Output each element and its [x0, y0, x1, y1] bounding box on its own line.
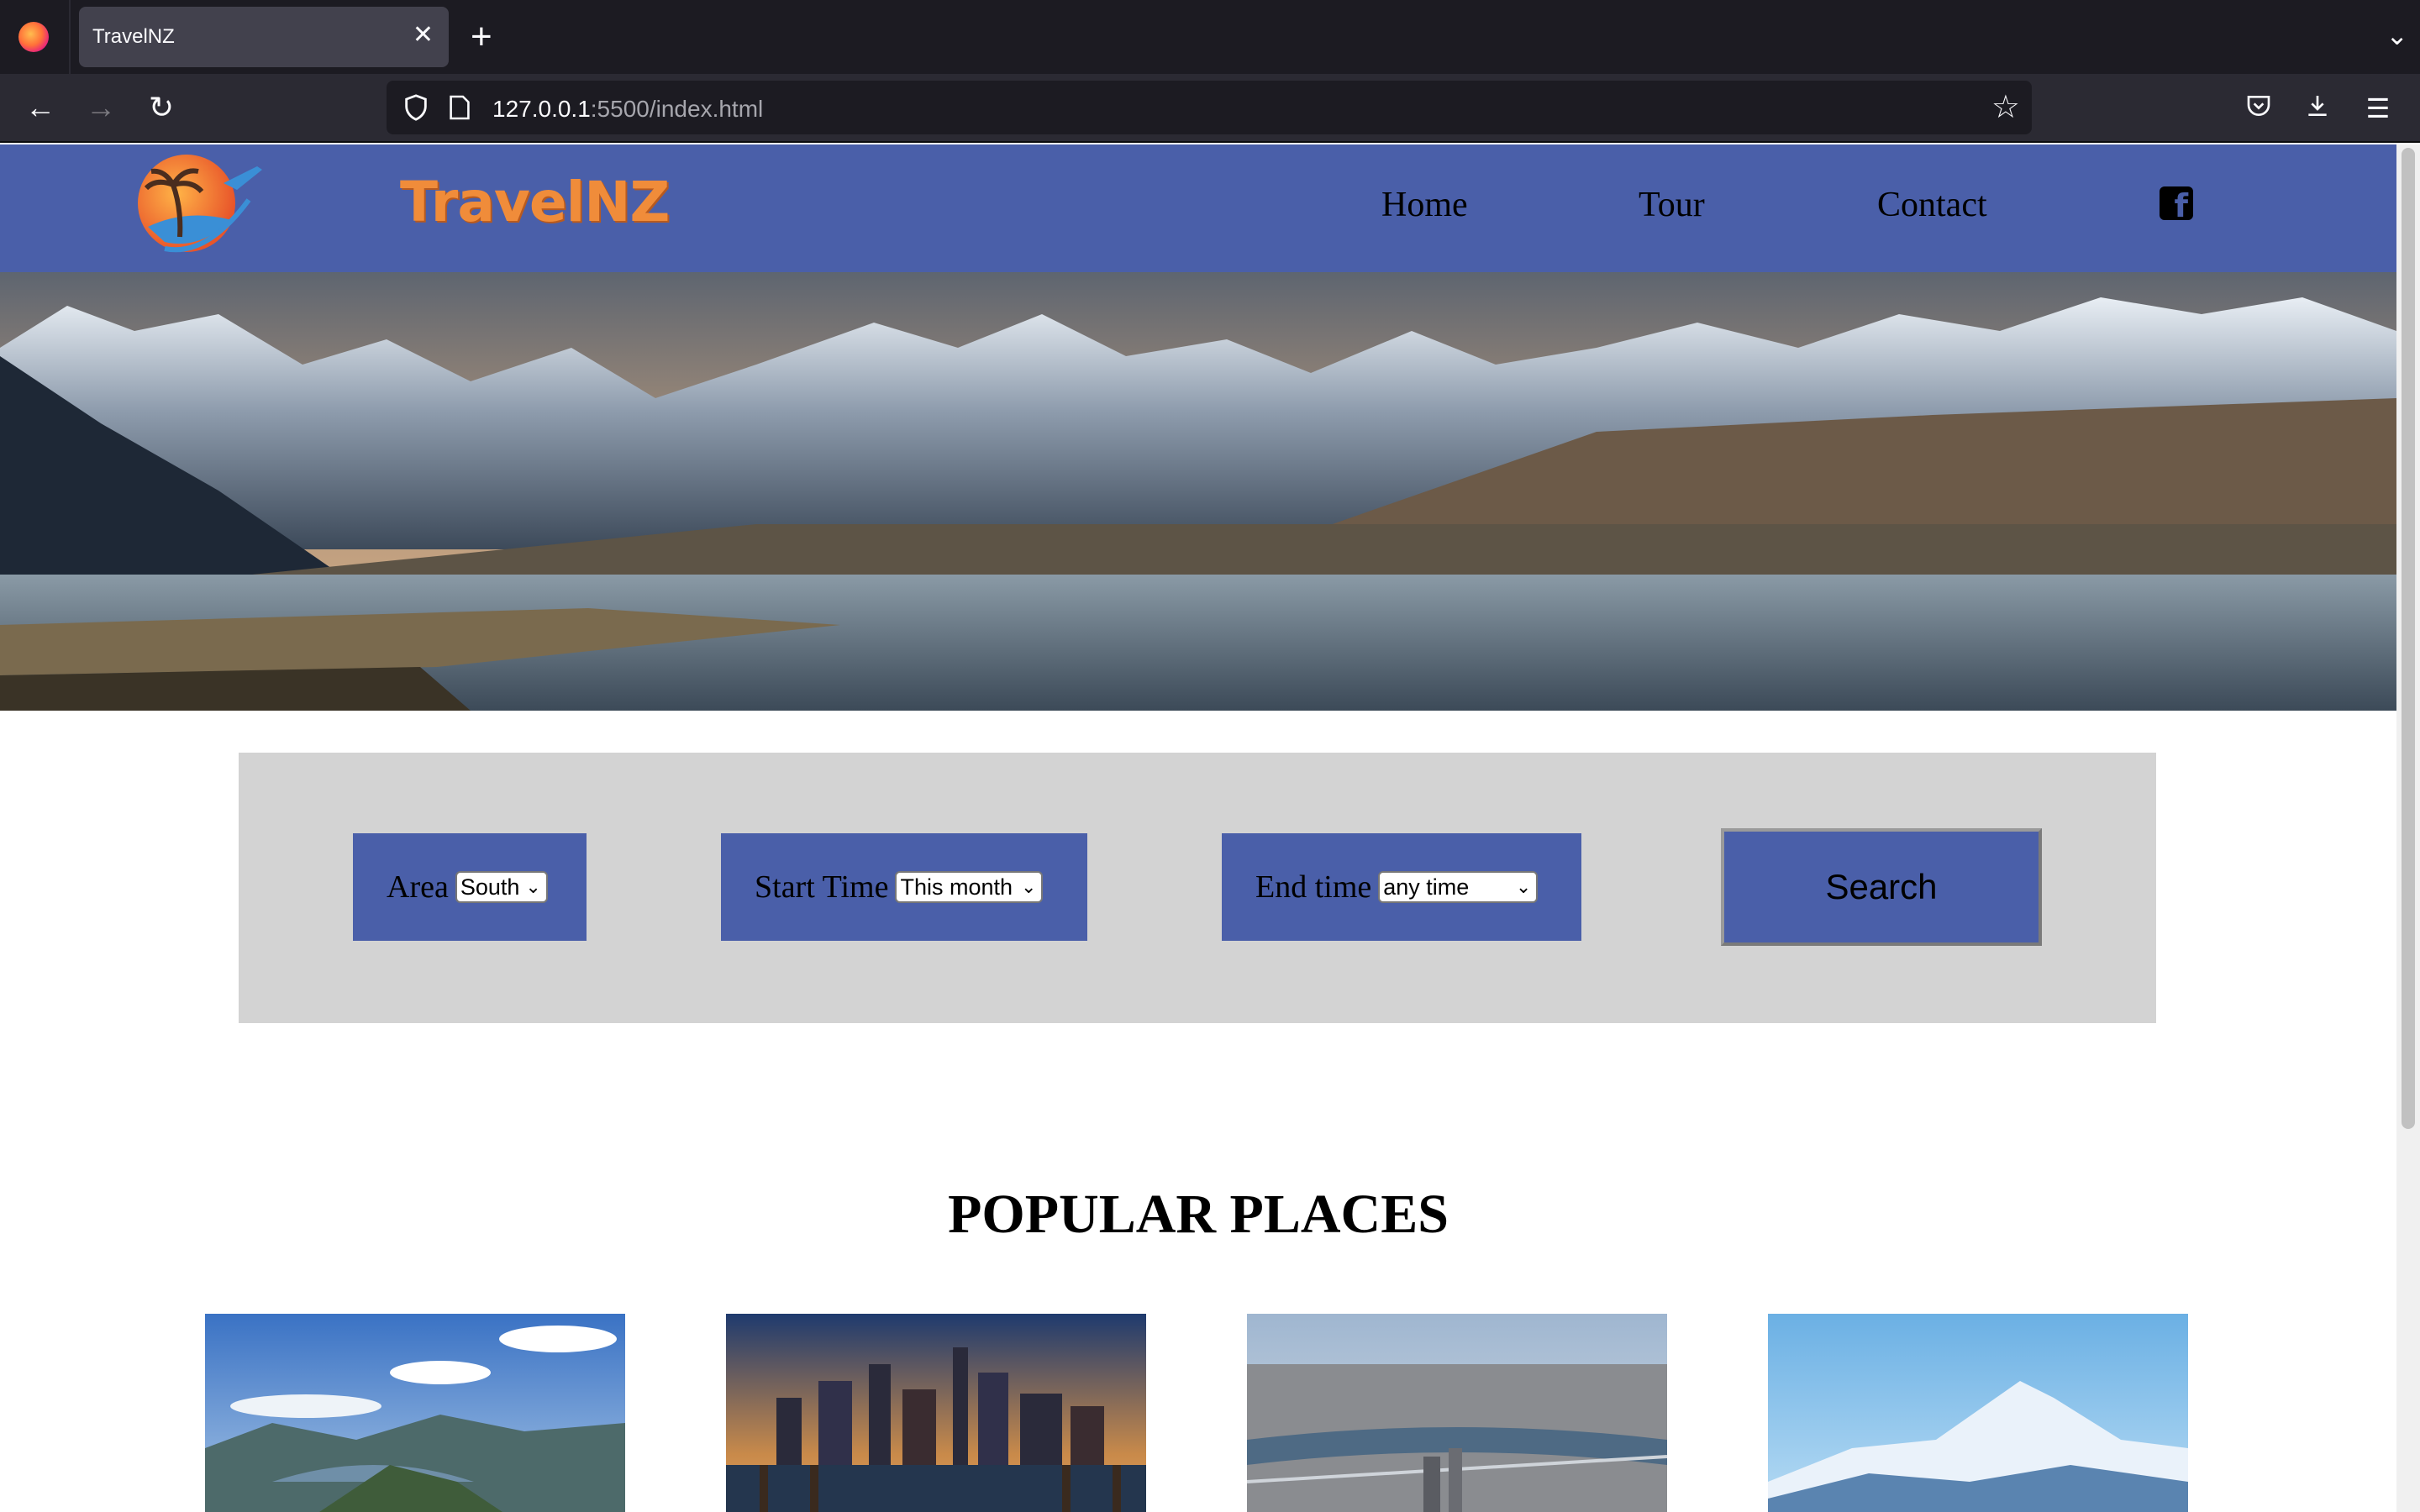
browser-toolbar: ← → ↻ 127.0.0.1:5500/index.html ☆ ☰: [0, 74, 2420, 143]
chevron-down-icon: ⌄: [1021, 876, 1037, 897]
menu-item-contact[interactable]: Contact: [1877, 185, 1987, 225]
download-icon[interactable]: [2301, 92, 2334, 126]
back-arrow-icon[interactable]: ←: [22, 91, 59, 124]
url-text[interactable]: 127.0.0.1:5500/index.html: [492, 96, 763, 123]
firefox-icon[interactable]: [18, 22, 49, 52]
shield-icon[interactable]: [402, 92, 430, 123]
place-card-lake[interactable]: [205, 1314, 625, 1512]
start-time-value: This month: [900, 874, 1013, 900]
url-path: :5500/index.html: [590, 96, 764, 122]
site-logo[interactable]: TravelNZ: [131, 150, 670, 259]
page-icon[interactable]: [449, 94, 471, 121]
mount-cook-image: [1768, 1314, 2188, 1512]
end-time-value: any time: [1383, 874, 1470, 900]
end-time-label: End time: [1255, 869, 1372, 905]
browser-tab[interactable]: TravelNZ ✕: [79, 7, 449, 67]
browser-tab-bar: TravelNZ ✕ + ⌄: [0, 0, 2420, 74]
page-scrollbar[interactable]: [2396, 144, 2420, 1512]
chevron-down-icon[interactable]: ⌄: [2386, 18, 2408, 52]
aerial-city-image: [1247, 1314, 1667, 1512]
tab-title: TravelNZ: [92, 25, 175, 48]
city-skyline-image: [726, 1314, 1146, 1512]
new-tab-icon[interactable]: +: [471, 13, 492, 60]
forward-arrow-icon[interactable]: →: [82, 91, 119, 124]
popular-places-title: POPULAR PLACES: [948, 1184, 1449, 1245]
pocket-icon[interactable]: [2242, 92, 2275, 126]
lake-wanaka-image: [205, 1314, 625, 1512]
place-card-city-dusk[interactable]: [726, 1314, 1146, 1512]
chevron-down-icon: ⌄: [1515, 876, 1532, 897]
area-label: Area: [387, 869, 449, 905]
end-time-select[interactable]: any time ⌄: [1378, 871, 1539, 903]
facebook-icon[interactable]: f: [2160, 186, 2193, 220]
area-value: South: [460, 874, 520, 900]
area-select[interactable]: South ⌄: [455, 871, 548, 903]
address-bar[interactable]: 127.0.0.1:5500/index.html ☆: [387, 81, 2032, 134]
mountain-lake-image: [0, 272, 2396, 711]
site-header: TravelNZ Home Tour Contact f: [0, 144, 2396, 272]
end-time-filter: End time any time ⌄: [1222, 833, 1581, 941]
hero-banner: [0, 272, 2396, 711]
reload-icon[interactable]: ↻: [143, 91, 180, 124]
start-time-select[interactable]: This month ⌄: [895, 871, 1044, 903]
logo-text: TravelNZ: [400, 170, 670, 234]
chevron-down-icon: ⌄: [525, 876, 541, 897]
menu-item-tour[interactable]: Tour: [1639, 185, 1705, 225]
close-tab-icon[interactable]: ✕: [413, 20, 434, 50]
start-time-filter: Start Time This month ⌄: [721, 833, 1087, 941]
menu-item-home[interactable]: Home: [1381, 185, 1468, 225]
place-card-mountain[interactable]: [1768, 1314, 2188, 1512]
start-time-label: Start Time: [755, 869, 889, 905]
tab-separator: [69, 0, 71, 74]
page-viewport: TravelNZ Home Tour Contact f Area South …: [0, 144, 2396, 1512]
logo-icon: [138, 155, 262, 253]
bookmark-star-icon[interactable]: ☆: [1991, 91, 2020, 124]
url-host: 127.0.0.1: [492, 96, 591, 122]
scrollbar-thumb[interactable]: [2402, 148, 2415, 1129]
area-filter: Area South ⌄: [353, 833, 587, 941]
search-panel: Area South ⌄ Start Time This month ⌄ End…: [239, 753, 2156, 1023]
place-card-aerial-city[interactable]: [1247, 1314, 1667, 1512]
search-button[interactable]: Search: [1721, 828, 2042, 946]
hamburger-menu-icon[interactable]: ☰: [2361, 92, 2395, 124]
